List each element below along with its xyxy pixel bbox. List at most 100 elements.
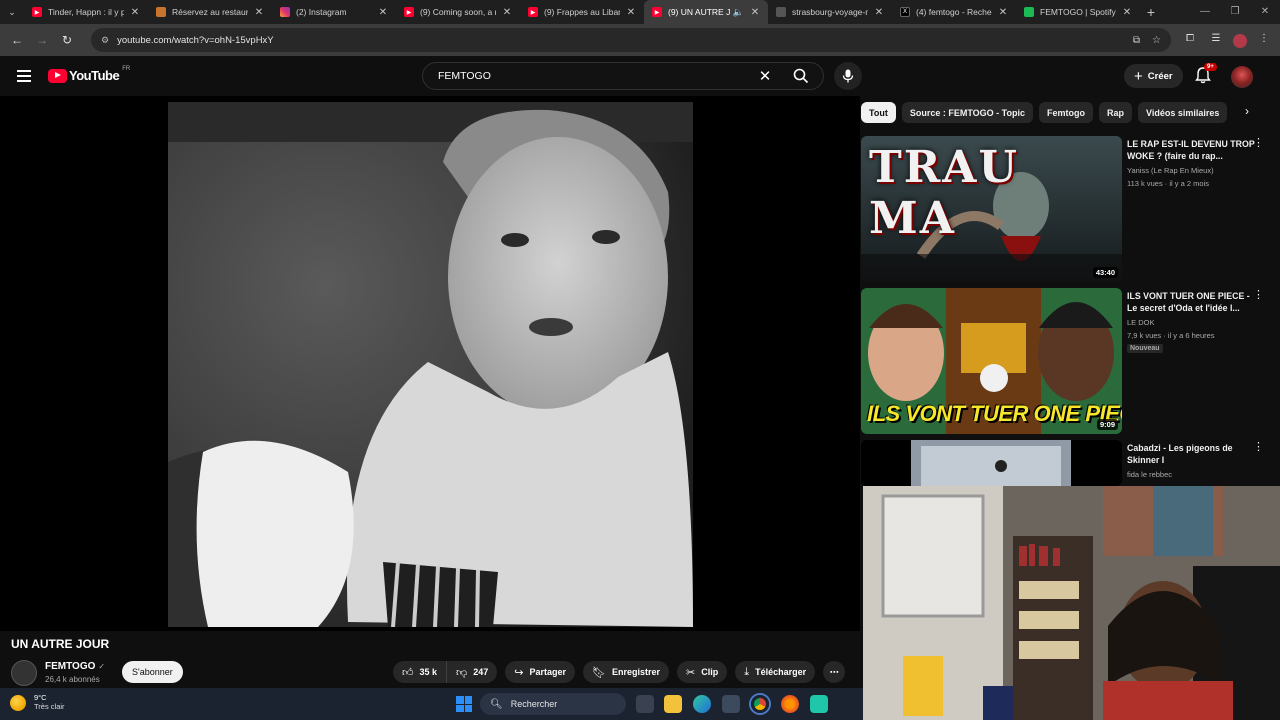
reload-icon[interactable]: ↻: [56, 29, 78, 51]
install-app-icon[interactable]: ⧉: [1133, 35, 1140, 46]
tab-title: (2) Instagram: [296, 7, 347, 17]
video-title[interactable]: ILS VONT TUER ONE PIECE - Le secret d'Od…: [1127, 290, 1257, 314]
close-icon[interactable]: ✕: [1120, 7, 1134, 18]
dislike-button[interactable]: 👎︎ 247: [447, 661, 498, 683]
profile-avatar[interactable]: [1233, 33, 1247, 48]
search-button[interactable]: [779, 63, 823, 89]
youtube-logo[interactable]: YouTube FR: [48, 65, 131, 83]
browser-toolbar: ← → ↻ ⚙ youtube.com/watch?v=ohN-15vpHxY …: [0, 24, 1280, 56]
channel-avatar[interactable]: [11, 660, 37, 686]
like-button[interactable]: 👍︎ 35 k: [393, 661, 448, 683]
search-input[interactable]: FEMTOGO: [438, 70, 751, 82]
recommended-video[interactable]: TRAU MA 43:40 LE RAP EST-IL DEVENU TROP …: [861, 136, 1273, 282]
chrome-browser-icon[interactable]: [751, 695, 769, 713]
close-icon[interactable]: ✕: [376, 7, 390, 18]
firefox-icon[interactable]: [781, 695, 799, 713]
save-button[interactable]: 🔖︎ Enregistrer: [582, 661, 669, 683]
chip-tout[interactable]: Tout: [861, 102, 896, 123]
edge-browser-icon[interactable]: [693, 695, 711, 713]
windows-start-icon[interactable]: [456, 696, 472, 712]
close-icon[interactable]: ✕: [996, 7, 1010, 18]
hamburger-menu-icon[interactable]: [14, 66, 34, 86]
close-icon[interactable]: ✕: [624, 7, 638, 18]
microsoft-store-icon[interactable]: [722, 695, 740, 713]
notifications-button[interactable]: 9+: [1194, 63, 1217, 86]
striped-shorts: [383, 561, 498, 627]
chip-similar-videos[interactable]: Vidéos similaires: [1138, 102, 1228, 123]
recommended-video[interactable]: ILS VONT TUER ONE PIECE 9:09 ILS VONT TU…: [861, 288, 1273, 434]
url-text[interactable]: youtube.com/watch?v=ohN-15vpHxY: [117, 35, 1121, 46]
browser-tab[interactable]: (2) Instagram ✕: [272, 0, 396, 24]
more-vertical-icon[interactable]: ⋮: [1253, 290, 1264, 301]
file-explorer-icon[interactable]: [664, 695, 682, 713]
video-title[interactable]: LE RAP EST-IL DEVENU TROP WOKE ? (faire …: [1127, 138, 1257, 162]
create-label: Créer: [1147, 70, 1173, 82]
weather-widget[interactable]: 9°C Très clair: [10, 693, 65, 712]
forward-arrow-icon[interactable]: →: [31, 29, 53, 51]
browser-tab[interactable]: ▶ (9) Coming soon, a m ✕: [396, 0, 520, 24]
video-thumbnail[interactable]: [861, 440, 1122, 486]
youtube-icon: ▶: [404, 7, 414, 17]
browser-tab[interactable]: Réservez au restaurant ✕: [148, 0, 272, 24]
address-bar[interactable]: ⚙ youtube.com/watch?v=ohN-15vpHxY ⧉ ☆: [91, 28, 1171, 52]
recommended-video[interactable]: Cabadzi - Les pigeons de Skinner I fida …: [861, 440, 1273, 486]
app-icon[interactable]: [810, 695, 828, 713]
taskbar-search[interactable]: 🔍︎ Rechercher: [480, 693, 626, 715]
back-arrow-icon[interactable]: ←: [6, 29, 28, 51]
more-actions-button[interactable]: ⋯: [823, 661, 846, 683]
country-code: FR: [122, 65, 131, 72]
share-button[interactable]: ↪ Partager: [505, 661, 575, 683]
browser-tab[interactable]: strasbourg-voyage-m ✕: [768, 0, 892, 24]
close-icon[interactable]: ✕: [872, 7, 886, 18]
extensions-icon[interactable]: ⧠: [1181, 33, 1199, 48]
filter-chips: Tout Source : FEMTOGO - Topic Femtogo Ra…: [861, 102, 1228, 123]
browser-tab-active[interactable]: ▶ (9) UN AUTRE JOU 🔈 ✕: [644, 0, 768, 24]
download-button[interactable]: ⤓ Télécharger: [735, 661, 816, 683]
close-icon[interactable]: ✕: [252, 7, 266, 18]
chip-rap[interactable]: Rap: [1099, 102, 1133, 123]
browser-menu-icon[interactable]: ⋮: [1255, 33, 1273, 48]
subscribe-button[interactable]: S'abonner: [122, 661, 183, 683]
chip-femtogo[interactable]: Femtogo: [1039, 102, 1093, 123]
channel-name[interactable]: FEMTOGO ✓: [45, 661, 105, 672]
tab-title: (9) Coming soon, a m: [420, 7, 496, 17]
site-info-icon[interactable]: ⚙: [101, 35, 109, 46]
channel-name[interactable]: Yaniss (Le Rap En Mieux): [1127, 166, 1214, 175]
more-horizontal-icon: ⋯: [829, 666, 839, 677]
browser-tab[interactable]: X (4) femtogo - Recher ✕: [892, 0, 1016, 24]
video-title[interactable]: Cabadzi - Les pigeons de Skinner I: [1127, 442, 1257, 466]
more-vertical-icon[interactable]: ⋮: [1253, 138, 1264, 149]
tab-title: FEMTOGO | Spotify: [1040, 7, 1116, 17]
voice-search-button[interactable]: [834, 62, 862, 90]
speaker-icon[interactable]: 🔈: [733, 7, 744, 18]
close-icon[interactable]: ✕: [128, 7, 142, 18]
clear-search-icon[interactable]: ✕: [751, 67, 779, 85]
video-thumbnail[interactable]: ILS VONT TUER ONE PIECE 9:09: [861, 288, 1122, 434]
close-window-icon[interactable]: ✕: [1250, 0, 1280, 24]
clip-button[interactable]: ✂ Clip: [676, 661, 728, 683]
video-player[interactable]: [0, 96, 860, 631]
close-icon[interactable]: ✕: [500, 7, 514, 18]
channel-name[interactable]: LE DOK: [1127, 318, 1155, 327]
maximize-icon[interactable]: ❐: [1220, 0, 1250, 24]
more-vertical-icon[interactable]: ⋮: [1253, 442, 1264, 453]
browser-tab[interactable]: ▶ Tinder, Happn : il y p ✕: [24, 0, 148, 24]
reading-list-icon[interactable]: ☰: [1207, 33, 1225, 48]
tab-search-chevron-icon[interactable]: ⌄: [0, 0, 24, 24]
new-tab-button[interactable]: +: [1140, 4, 1162, 20]
account-avatar[interactable]: [1231, 66, 1253, 88]
video-meta: 7,9 k vues · il y a 6 heures: [1127, 331, 1215, 340]
chip-source[interactable]: Source : FEMTOGO - Topic: [901, 102, 1033, 123]
minimize-icon[interactable]: —: [1190, 0, 1220, 24]
bookmark-star-icon[interactable]: ☆: [1152, 35, 1161, 46]
browser-tab[interactable]: FEMTOGO | Spotify ✕: [1016, 0, 1140, 24]
task-view-icon[interactable]: [636, 695, 654, 713]
channel-name-text[interactable]: FEMTOGO: [45, 661, 95, 672]
video-thumbnail[interactable]: TRAU MA 43:40: [861, 136, 1122, 282]
create-button[interactable]: + Créer: [1124, 64, 1183, 88]
channel-name[interactable]: fida le rebbec: [1127, 470, 1172, 479]
chevron-right-icon[interactable]: ›: [1238, 104, 1256, 122]
video-frame[interactable]: [168, 102, 693, 627]
close-icon[interactable]: ✕: [748, 7, 762, 18]
browser-tab[interactable]: ▶ (9) Frappes au Liban ✕: [520, 0, 644, 24]
